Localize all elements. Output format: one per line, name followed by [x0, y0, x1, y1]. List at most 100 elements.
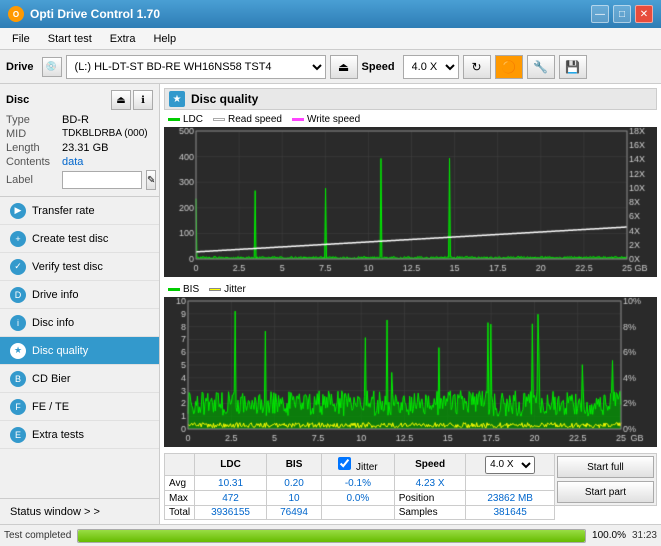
legend-bis-color: [168, 288, 180, 291]
disc-action-icons: ⏏ ℹ: [111, 90, 153, 110]
legend-writespeed-color: [292, 118, 304, 121]
legend-write-speed: Write speed: [292, 114, 360, 125]
bottom-status-bar: Test completed 100.0% 31:23: [0, 524, 661, 546]
title-bar-left: O Opti Drive Control 1.70: [8, 6, 160, 22]
disc-type-value: BD-R: [62, 114, 89, 126]
bottom-chart-canvas: [164, 297, 657, 447]
stats-samples-value: 381645: [466, 506, 554, 520]
minimize-button[interactable]: —: [591, 5, 609, 23]
disc-mid-row: MID TDKBLDRBA (000): [6, 128, 153, 140]
stats-total-ldc: 3936155: [195, 506, 267, 520]
disc-length-label: Length: [6, 142, 58, 154]
progress-bar-fill: [78, 530, 585, 542]
speed-select[interactable]: 4.0 X: [403, 55, 459, 79]
stats-header-speedselect: 4.0 X: [466, 454, 554, 476]
legend-bis-label: BIS: [183, 284, 199, 295]
speed-label: Speed: [362, 61, 395, 73]
title-controls[interactable]: — □ ✕: [591, 5, 653, 23]
chart-container: LDC Read speed Write speed: [164, 114, 657, 449]
legend-readspeed-color: [213, 118, 225, 121]
stats-avg-speed: 4.23 X: [394, 476, 466, 491]
stats-total-empty: [322, 506, 395, 520]
legend-jitter: Jitter: [209, 284, 246, 295]
right-panel: ★ Disc quality LDC Read speed: [160, 84, 661, 524]
nav-drive-info[interactable]: D Drive info: [0, 281, 159, 309]
stats-total-row: Total 3936155 76494 Samples 381645: [165, 506, 657, 520]
top-chart-canvas: [164, 127, 657, 277]
disc-title: Disc: [6, 94, 29, 106]
disc-label-input[interactable]: [62, 171, 142, 189]
app-icon: O: [8, 6, 24, 22]
legend-readspeed-label: Read speed: [228, 114, 282, 125]
legend-ldc-color: [168, 118, 180, 121]
close-button[interactable]: ✕: [635, 5, 653, 23]
start-full-button[interactable]: Start full: [557, 456, 654, 478]
nav-icon-verify: ✓: [10, 259, 26, 275]
eject-button[interactable]: ⏏: [330, 55, 358, 79]
legend-jitter-color: [209, 288, 221, 291]
nav-icon-fete: F: [10, 399, 26, 415]
stats-header-blank: [165, 454, 195, 476]
stats-header-check: Jitter: [322, 454, 395, 476]
nav-menu: ▶ Transfer rate + Create test disc ✓ Ver…: [0, 197, 159, 498]
disc-info-btn[interactable]: ℹ: [133, 90, 153, 110]
disc-eject-btn[interactable]: ⏏: [111, 90, 131, 110]
time-display: 31:23: [632, 530, 657, 541]
bottom-chart-wrapper: BIS Jitter: [164, 284, 657, 450]
stats-position-label: Position: [394, 491, 466, 506]
menu-file[interactable]: File: [4, 31, 38, 47]
nav-label-create: Create test disc: [32, 233, 108, 245]
menu-extra[interactable]: Extra: [102, 31, 144, 47]
legend-writespeed-label: Write speed: [307, 114, 360, 125]
stats-header-speed: Speed: [394, 454, 466, 476]
top-chart-wrapper: LDC Read speed Write speed: [164, 114, 657, 280]
nav-disc-quality[interactable]: ★ Disc quality: [0, 337, 159, 365]
disc-label-btn[interactable]: ✎: [146, 170, 156, 190]
stats-position-value: 23862 MB: [466, 491, 554, 506]
menu-bar: File Start test Extra Help: [0, 28, 661, 50]
nav-cd-bier[interactable]: B CD Bier: [0, 365, 159, 393]
nav-extra-tests[interactable]: E Extra tests: [0, 421, 159, 449]
bottom-legend: BIS Jitter: [164, 284, 657, 295]
chart-title-bar: ★ Disc quality: [164, 88, 657, 110]
status-window-button[interactable]: Status window > >: [0, 498, 159, 524]
nav-create-test-disc[interactable]: + Create test disc: [0, 225, 159, 253]
settings-button1[interactable]: 🟠: [495, 55, 523, 79]
nav-label-disc: Disc info: [32, 317, 74, 329]
disc-mid-label: MID: [6, 128, 58, 140]
stats-avg-label: Avg: [165, 476, 195, 491]
refresh-button[interactable]: ↻: [463, 55, 491, 79]
drive-select[interactable]: (L:) HL-DT-ST BD-RE WH16NS58 TST4: [66, 55, 326, 79]
nav-icon-drive: D: [10, 287, 26, 303]
stats-avg-ldc: 10.31: [195, 476, 267, 491]
settings-button2[interactable]: 🔧: [527, 55, 555, 79]
jitter-checkbox[interactable]: [338, 457, 351, 470]
menu-start-test[interactable]: Start test: [40, 31, 100, 47]
progress-percent: 100.0%: [592, 530, 626, 541]
nav-transfer-rate[interactable]: ▶ Transfer rate: [0, 197, 159, 225]
stats-total-label: Total: [165, 506, 195, 520]
toolbar: Drive 💿 (L:) HL-DT-ST BD-RE WH16NS58 TST…: [0, 50, 661, 84]
stats-total-bis: 76494: [266, 506, 321, 520]
nav-label-transfer: Transfer rate: [32, 205, 95, 217]
maximize-button[interactable]: □: [613, 5, 631, 23]
nav-icon-transfer: ▶: [10, 203, 26, 219]
nav-disc-info[interactable]: i Disc info: [0, 309, 159, 337]
stats-avg-speedtarget: [466, 476, 554, 491]
menu-help[interactable]: Help: [145, 31, 184, 47]
stats-table: LDC BIS Jitter Speed 4.0 X Start: [164, 453, 657, 520]
nav-fe-te[interactable]: F FE / TE: [0, 393, 159, 421]
nav-icon-bier: B: [10, 371, 26, 387]
title-bar: O Opti Drive Control 1.70 — □ ✕: [0, 0, 661, 28]
speed-target-select[interactable]: 4.0 X: [485, 456, 535, 474]
drive-label: Drive: [6, 61, 34, 73]
stats-avg-jitter: -0.1%: [322, 476, 395, 491]
save-button[interactable]: 💾: [559, 55, 587, 79]
nav-icon-extra: E: [10, 427, 26, 443]
disc-label-label: Label: [6, 174, 58, 186]
nav-verify-test-disc[interactable]: ✓ Verify test disc: [0, 253, 159, 281]
progress-bar-container: [77, 529, 586, 543]
stats-max-label: Max: [165, 491, 195, 506]
start-part-button[interactable]: Start part: [557, 481, 654, 503]
left-panel: Disc ⏏ ℹ Type BD-R MID TDKBLDRBA (000) L…: [0, 84, 160, 524]
